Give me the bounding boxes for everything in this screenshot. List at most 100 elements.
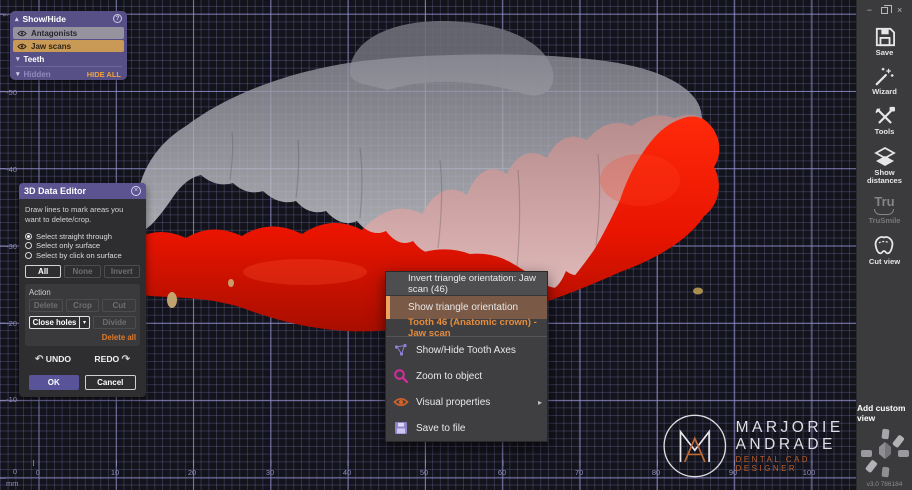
- collapse-chevron-icon[interactable]: ▴: [15, 15, 19, 23]
- y-tick-label: -20: [1, 319, 17, 328]
- undo-button[interactable]: ↶ UNDO: [35, 354, 71, 365]
- help-icon[interactable]: ?: [113, 14, 122, 23]
- radio-label: Select by click on surface: [36, 251, 122, 260]
- add-custom-view-button[interactable]: Add custom view: [857, 403, 912, 423]
- menu-header-tooth-46: Tooth 46 (Anatomic crown) - Jaw scan: [386, 319, 547, 336]
- x-tick-label: 80: [646, 468, 666, 477]
- action-label: Action: [29, 288, 136, 297]
- hide-all-button[interactable]: HIDE ALL: [87, 70, 121, 79]
- tools-button[interactable]: Tools: [874, 106, 896, 136]
- zoom-magnifier-icon: [393, 368, 409, 384]
- toolbar-label: Cut view: [869, 258, 900, 266]
- radio-select-only-surface[interactable]: Select only surface: [25, 241, 140, 251]
- editor-header[interactable]: 3D Data Editor ×: [19, 183, 146, 199]
- chevron-down-icon[interactable]: ▾: [16, 55, 20, 63]
- x-tick-label: 40: [337, 468, 357, 477]
- magic-wand-icon: [873, 66, 895, 86]
- layer-label: Antagonists: [31, 29, 77, 38]
- save-file-icon: [393, 420, 409, 436]
- layer-row-antagonists[interactable]: Antagonists: [13, 27, 124, 39]
- menu-item-zoom-to-object[interactable]: Zoom to object: [386, 363, 547, 389]
- eye-icon[interactable]: [17, 43, 27, 50]
- invert-button[interactable]: Invert: [104, 265, 140, 278]
- redo-label: REDO: [94, 354, 119, 364]
- menu-item-show-hide-tooth-axes[interactable]: Show/Hide Tooth Axes: [386, 337, 547, 363]
- radio-icon[interactable]: [25, 242, 32, 249]
- y-tick-label: -10: [1, 395, 17, 404]
- menu-item-visual-properties[interactable]: Visual properties ▸: [386, 389, 547, 415]
- cancel-button[interactable]: Cancel: [85, 375, 137, 390]
- close-window-button[interactable]: ×: [897, 5, 902, 15]
- toolbar-label: Show distances: [857, 169, 912, 186]
- undo-label: UNDO: [46, 354, 71, 364]
- show-distances-button[interactable]: Show distances: [857, 145, 912, 186]
- menu-item-label: Save to file: [409, 423, 465, 434]
- redo-arrow-icon: ↷: [122, 354, 130, 365]
- wizard-button[interactable]: Wizard: [872, 66, 897, 96]
- divide-button[interactable]: Divide: [93, 316, 136, 329]
- close-holes-split-button[interactable]: Close holes ▾: [29, 316, 90, 329]
- x-ruler-ticks: [0, 460, 856, 466]
- chevron-down-icon[interactable]: ▾: [16, 70, 20, 78]
- y-tick-label: 0: [1, 467, 17, 476]
- radio-select-by-click[interactable]: Select by click on surface: [25, 251, 140, 261]
- cut-view-button[interactable]: Cut view: [869, 234, 900, 266]
- 3d-data-editor-panel: 3D Data Editor × Draw lines to mark area…: [19, 183, 146, 397]
- show-hide-header[interactable]: ▴ Show/Hide ?: [10, 11, 127, 26]
- group-hidden[interactable]: ▾ Hidden HIDE ALL: [10, 68, 127, 80]
- editor-title: 3D Data Editor: [24, 186, 131, 196]
- toolbar-label: Save: [876, 49, 894, 57]
- restore-button[interactable]: [881, 7, 888, 14]
- cut-button[interactable]: Cut: [102, 299, 136, 312]
- x-tick-label: 70: [569, 468, 589, 477]
- all-button[interactable]: All: [25, 265, 61, 278]
- none-button[interactable]: None: [64, 265, 100, 278]
- x-tick-label: 30: [260, 468, 280, 477]
- menu-header-label: Tooth 46 (Anatomic crown) - Jaw scan: [386, 317, 547, 339]
- group-label: Hidden: [24, 70, 51, 79]
- trusmile-button[interactable]: Tru TruSmile: [868, 195, 900, 225]
- minimize-button[interactable]: −: [867, 5, 872, 15]
- eye-icon[interactable]: [17, 30, 27, 37]
- radio-label: Select only surface: [36, 241, 100, 250]
- layer-row-jaw-scans[interactable]: Jaw scans: [13, 40, 124, 52]
- visual-properties-eye-icon: [393, 394, 409, 410]
- close-holes-dropdown-icon[interactable]: ▾: [79, 316, 90, 329]
- menu-item-label: Visual properties: [409, 397, 490, 408]
- view-cube-widget[interactable]: [859, 427, 911, 479]
- trusmile-smile-arc: [874, 209, 894, 215]
- editor-description: Draw lines to mark areas you want to del…: [25, 205, 140, 226]
- action-group: Action Delete Crop Cut Close holes ▾ Div…: [25, 284, 140, 346]
- close-holes-button[interactable]: Close holes: [29, 316, 79, 329]
- radio-icon[interactable]: [25, 252, 32, 259]
- layer-label: Jaw scans: [31, 42, 71, 51]
- x-tick-label: 100: [799, 468, 819, 477]
- radio-select-straight-through[interactable]: Select straight through: [25, 232, 140, 242]
- trusmile-logo-icon: Tru: [874, 195, 894, 208]
- x-tick-label: 0: [28, 468, 48, 477]
- radio-icon[interactable]: [25, 233, 32, 240]
- menu-item-save-to-file[interactable]: Save to file: [386, 415, 547, 441]
- tools-icon: [874, 106, 896, 126]
- x-tick-label: 90: [723, 468, 743, 477]
- delete-button[interactable]: Delete: [29, 299, 63, 312]
- crop-button[interactable]: Crop: [66, 299, 100, 312]
- close-icon[interactable]: ×: [131, 186, 141, 196]
- menu-item-label: Show/Hide Tooth Axes: [409, 345, 516, 356]
- cut-view-tooth-icon: [872, 234, 896, 256]
- delete-all-link[interactable]: Delete all: [29, 333, 136, 342]
- back-arrow-icon[interactable]: ←: [1, 9, 10, 19]
- ok-button[interactable]: OK: [29, 375, 79, 390]
- panel-title: Show/Hide: [23, 14, 113, 24]
- y-tick-label: -50: [1, 88, 17, 97]
- undo-arrow-icon: ↶: [35, 354, 43, 365]
- show-hide-panel: ▴ Show/Hide ? Antagonists Jaw scans ▾ Te…: [10, 11, 127, 80]
- context-menu: Invert triangle orientation: Jaw scan (4…: [385, 271, 548, 442]
- redo-button[interactable]: REDO ↷: [94, 354, 130, 365]
- save-button[interactable]: Save: [874, 27, 896, 57]
- submenu-caret-icon: ▸: [538, 398, 542, 407]
- menu-item-invert-triangle-orientation[interactable]: Invert triangle orientation: Jaw scan (4…: [386, 272, 547, 296]
- group-teeth[interactable]: ▾ Teeth: [10, 53, 127, 65]
- y-tick-label: -40: [1, 165, 17, 174]
- divider: [15, 66, 122, 67]
